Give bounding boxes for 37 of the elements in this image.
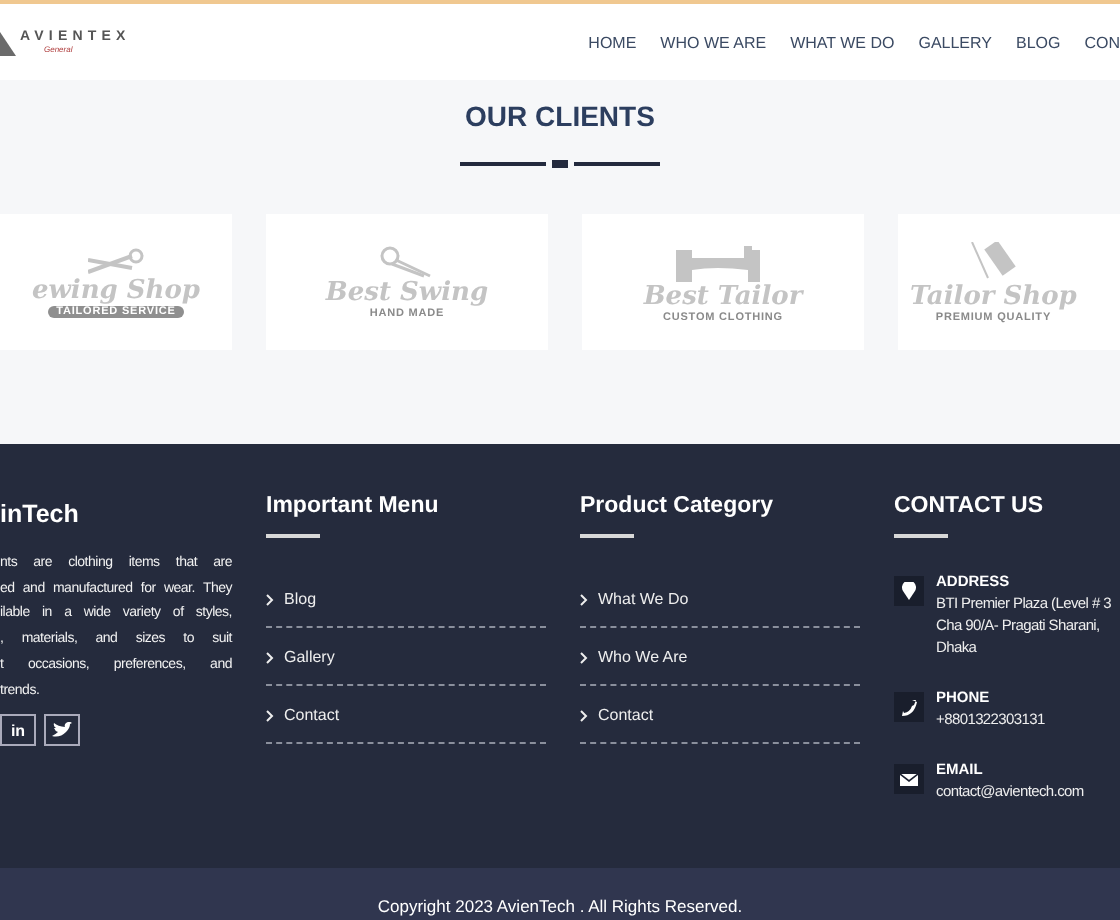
chevron-icon <box>580 709 588 722</box>
footer-link[interactable]: Blog <box>266 590 317 608</box>
client-logo-name: Best Tailor <box>643 281 803 311</box>
twitter-button[interactable] <box>44 714 80 747</box>
chevron-icon <box>266 651 274 664</box>
envelope-icon <box>894 764 924 794</box>
nav-link[interactable]: WHO WE ARE <box>660 33 767 51</box>
chevron-icon <box>580 651 588 664</box>
client-logo-name: Tailor Shop <box>910 281 1077 311</box>
linkedin-button[interactable]: in <box>0 714 36 747</box>
chevron-icon <box>580 593 588 606</box>
nav-link[interactable]: CON <box>1084 33 1120 51</box>
column-heading: Product Category <box>580 494 775 518</box>
client-logo-name: ewing Shop <box>31 275 201 305</box>
chevron-icon <box>266 709 274 722</box>
chevron-icon <box>266 593 274 606</box>
nav-link[interactable]: BLOG <box>1015 33 1061 51</box>
client-logo-name: Best Swing <box>325 277 489 307</box>
column-heading: CONTACT US <box>894 494 1046 518</box>
footer-link[interactable]: Contact <box>580 706 654 724</box>
footer-link[interactable]: What We Do <box>580 590 689 608</box>
thread-spool-icon <box>967 241 1020 281</box>
nav-link[interactable]: HOME <box>588 33 637 51</box>
safety-pin-icon <box>380 245 433 277</box>
section-title: OUR CLIENTS <box>465 100 655 132</box>
location-pin-icon <box>894 576 924 606</box>
scissors-icon <box>87 247 144 275</box>
logo-icon <box>0 28 16 56</box>
bird-icon <box>52 722 72 739</box>
footer-link[interactable]: Contact <box>266 706 340 724</box>
nav-link[interactable]: GALLERY <box>918 33 992 51</box>
nav-link[interactable]: WHAT WE DO <box>790 33 895 51</box>
column-heading: Important Menu <box>266 494 441 518</box>
footer-link[interactable]: Who We Are <box>580 648 688 666</box>
copyright-text: Copyright 2023 AvienTech . All Rights Reserved. <box>377 896 743 916</box>
footer-link[interactable]: Gallery <box>266 648 335 666</box>
brand-heading: inTech <box>0 500 81 528</box>
